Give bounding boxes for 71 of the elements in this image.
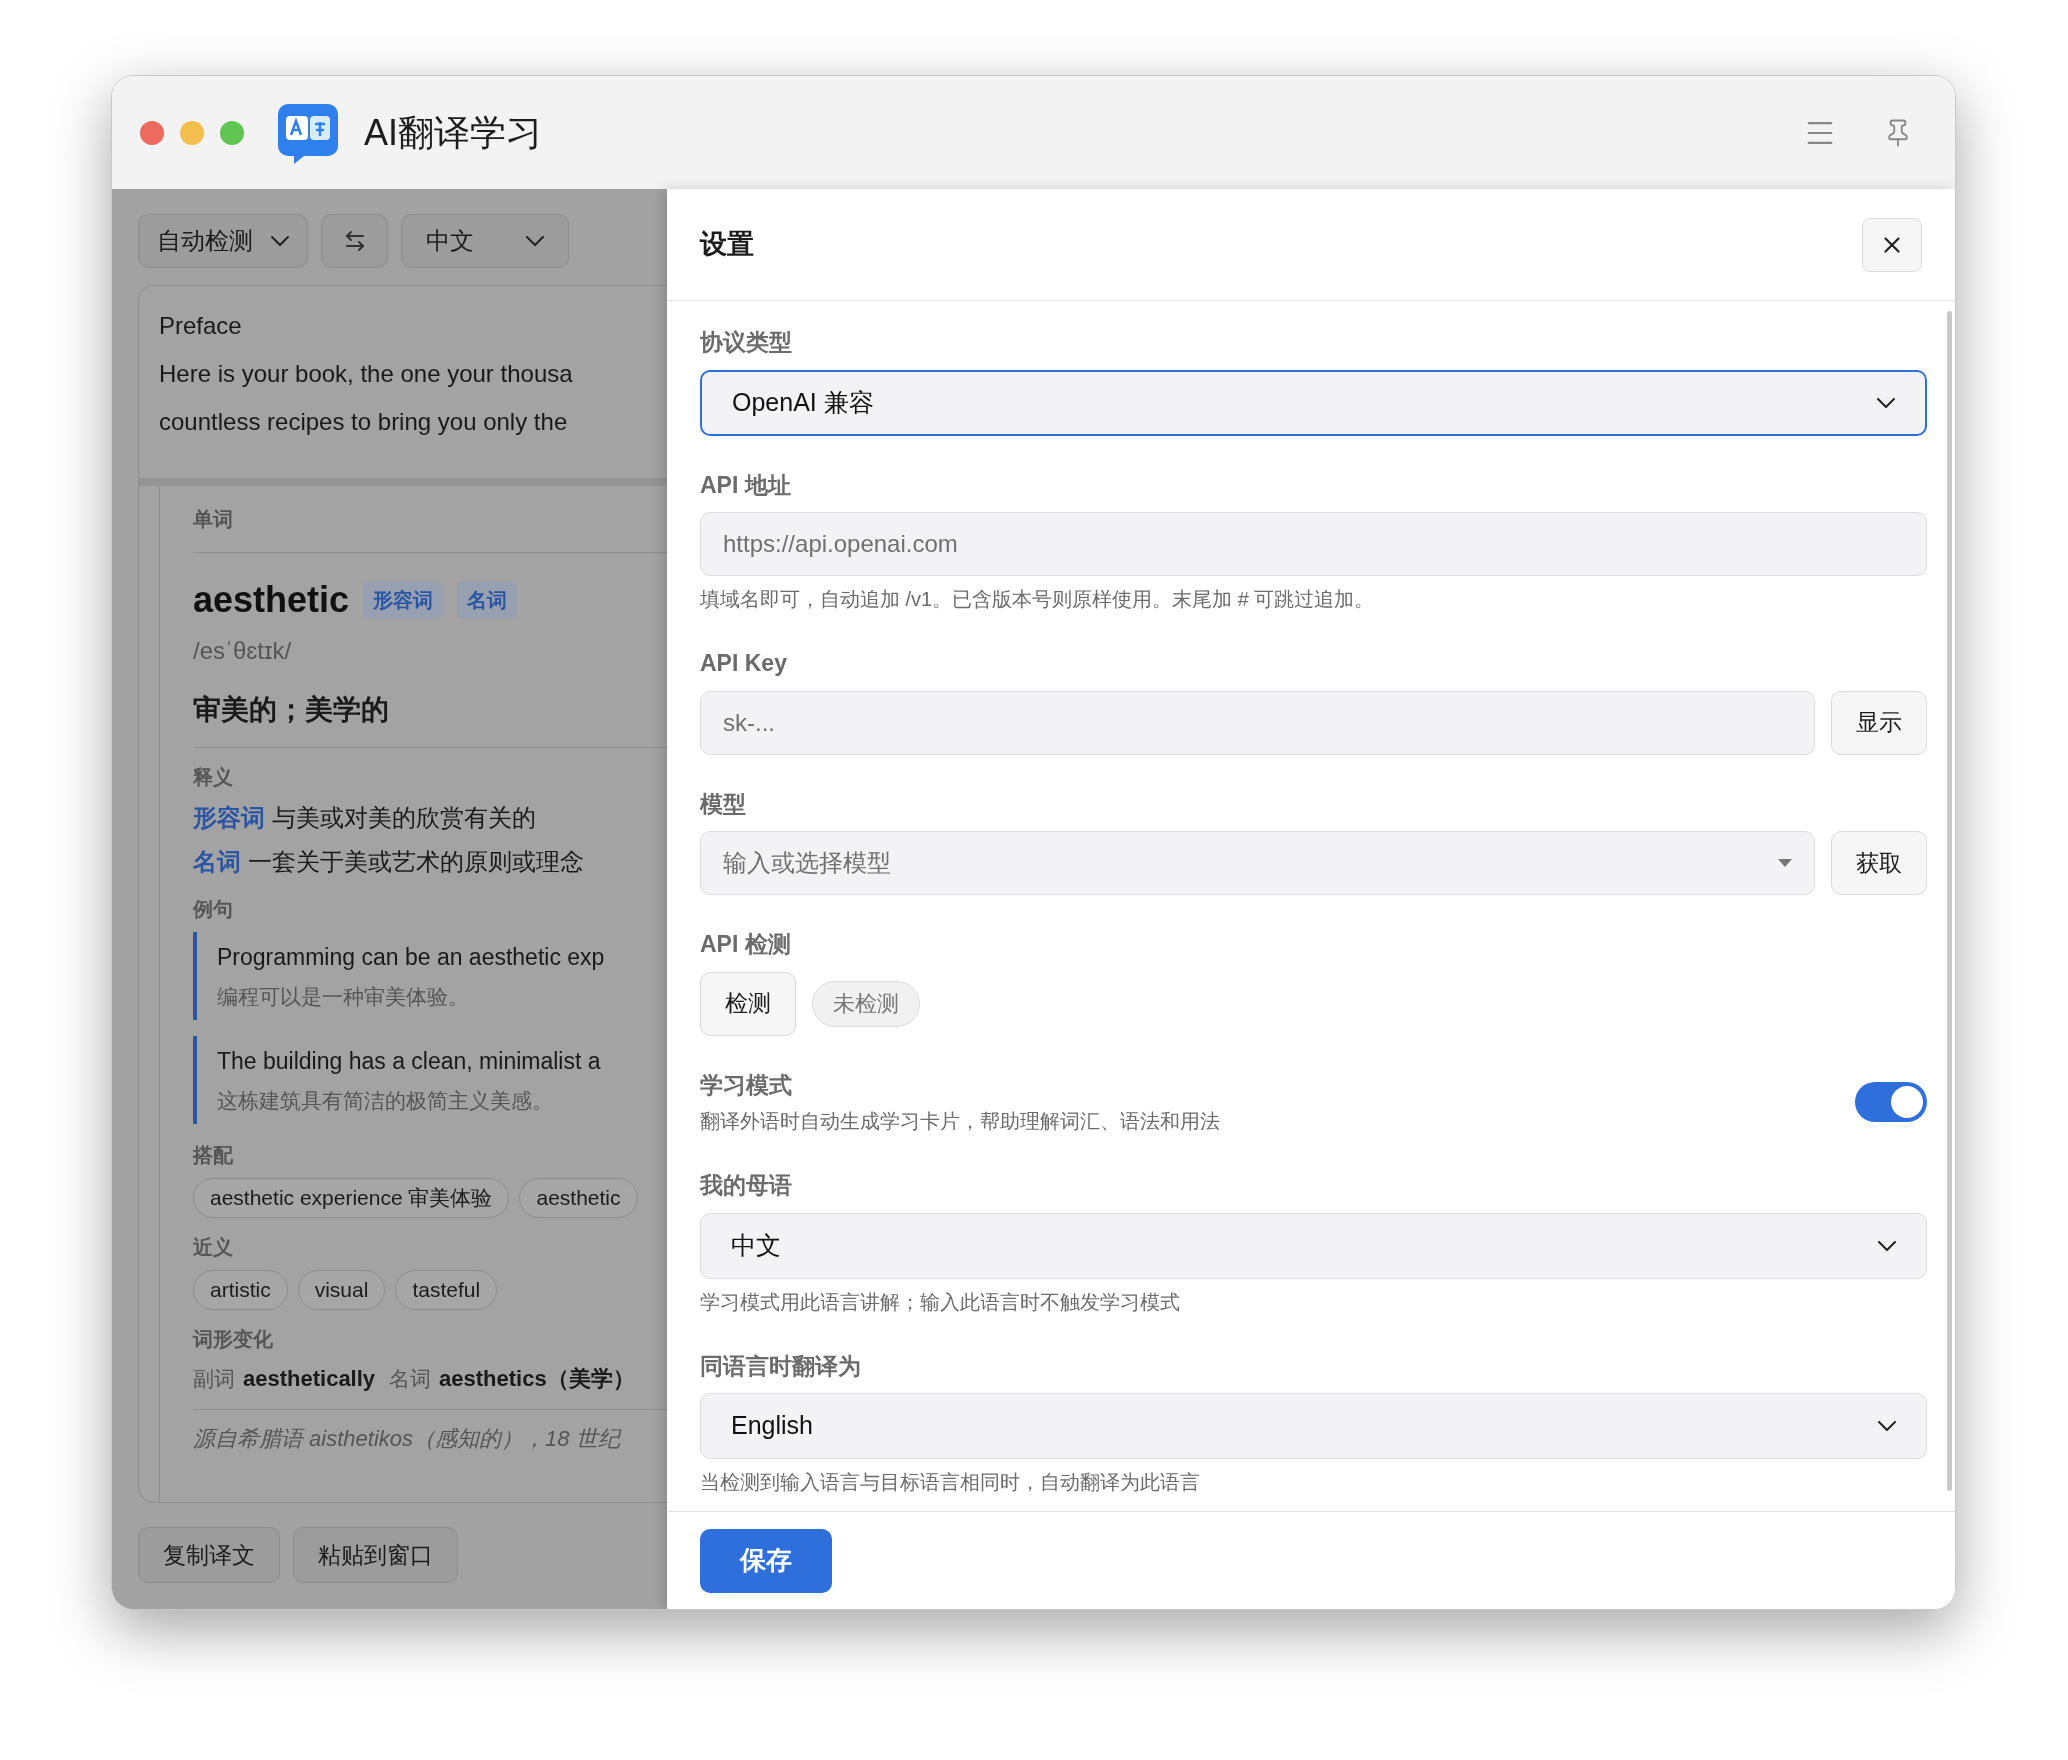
maximize-window-button[interactable] — [220, 120, 244, 145]
select-field[interactable]: English — [700, 1393, 1927, 1459]
field-label: 我的母语 — [700, 1171, 793, 1200]
field-label: 协议类型 — [700, 328, 793, 357]
window-title: AI翻译学习 — [364, 110, 542, 155]
section-label: 释义 — [193, 765, 234, 790]
combo-field[interactable]: 输入或选择模型 — [700, 831, 1815, 895]
chevron-down-icon — [1878, 1240, 1896, 1251]
definition-line: 名词 一套关于美或艺术的原则或理念 — [193, 847, 585, 877]
field-button[interactable]: 显示 — [1831, 690, 1927, 755]
input-text-line: Preface — [159, 311, 243, 341]
select-field[interactable]: 中文 — [700, 1212, 1927, 1279]
example-translation: 编程可以是一种审美体验。 — [217, 983, 470, 1010]
field-hint: 当检测到输入语言与目标语言相同时，自动翻译为此语言 — [700, 1470, 1201, 1495]
example-sentence: The building has a clean, minimalist a — [217, 1047, 602, 1076]
tag-chip: aesthetic — [519, 1178, 638, 1218]
field-hint: 填域名即可，自动追加 /v1。已含版本号则原样使用。末尾加 # 可跳过追加。 — [700, 587, 1376, 612]
etymology-text: 源自希腊语 aisthetikos（感知的），18 世纪 — [193, 1425, 623, 1453]
tag-chip: artistic — [193, 1270, 288, 1310]
word-form: aesthetically — [243, 1365, 376, 1393]
field-hint: 学习模式用此语言讲解；输入此语言时不触发学习模式 — [700, 1289, 1181, 1315]
form-label: 名词 — [389, 1366, 432, 1392]
form-label: 副词 — [193, 1366, 235, 1392]
field-label: API 检测 — [700, 930, 792, 959]
definition-line: 形容词 与美或对美的欣赏有关的 — [193, 803, 537, 833]
language-select[interactable]: 中文 — [401, 214, 569, 268]
dropdown-triangle-icon — [1778, 859, 1792, 867]
toggle-switch[interactable] — [1855, 1081, 1927, 1122]
action-button[interactable]: 粘贴到窗口 — [293, 1527, 458, 1583]
chevron-down-icon — [526, 236, 544, 246]
input-field[interactable]: https://api.openai.com — [700, 512, 1927, 576]
input-text-line: countless recipes to bring you only the — [159, 407, 569, 437]
headword: aesthetic — [193, 578, 350, 622]
scrollbar[interactable] — [1947, 311, 1952, 1491]
section-label: 搭配 — [193, 1143, 234, 1168]
tag-chip: visual — [297, 1270, 386, 1310]
field-label: 同语言时翻译为 — [700, 1351, 862, 1381]
field-label: API 地址 — [700, 470, 792, 500]
save-button[interactable]: 保存 — [700, 1528, 832, 1593]
action-button[interactable]: 复制译文 — [138, 1527, 280, 1583]
field-label: 学习模式 — [700, 1070, 793, 1100]
field-label: 模型 — [700, 789, 747, 819]
close-button[interactable] — [1862, 217, 1922, 272]
chevron-down-icon — [271, 236, 289, 246]
check-button[interactable]: 检测 — [700, 971, 796, 1036]
panel-title: 设置 — [700, 228, 754, 262]
input-field[interactable]: sk-... — [700, 690, 1815, 755]
chevron-down-icon — [1877, 397, 1895, 408]
section-label: 近义 — [193, 1235, 234, 1260]
app-logo-icon — [278, 101, 338, 164]
chevron-down-icon — [1878, 1421, 1896, 1431]
tag-chip: tasteful — [395, 1270, 498, 1310]
field-button[interactable]: 获取 — [1831, 831, 1927, 895]
part-of-speech-tag: 形容词 — [363, 582, 444, 618]
phonetic-text: /esˈθɛtɪk/ — [193, 636, 293, 666]
close-window-button[interactable] — [140, 120, 164, 145]
section-label: 单词 — [193, 504, 667, 553]
word-form: aesthetics（美学） — [439, 1365, 635, 1393]
tag-chip: aesthetic experience 审美体验 — [193, 1178, 510, 1218]
section-label: 词形变化 — [193, 1327, 274, 1352]
language-select[interactable]: 自动检测 — [138, 214, 308, 268]
field-description: 翻译外语时自动生成学习卡片，帮助理解词汇、语法和用法 — [700, 1109, 1220, 1134]
example-sentence: Programming can be an aesthetic exp — [217, 943, 606, 972]
part-of-speech-tag: 名词 — [457, 582, 518, 618]
field-label: API Key — [700, 649, 788, 678]
input-text-line: Here is your book, the one your thousa — [159, 359, 574, 389]
select-field[interactable]: OpenAI 兼容 — [700, 369, 1927, 436]
status-badge: 未检测 — [812, 980, 920, 1027]
example-translation: 这栋建筑具有简洁的极简主义美感。 — [217, 1087, 554, 1114]
swap-button[interactable] — [321, 214, 388, 268]
section-label: 例句 — [193, 897, 234, 922]
